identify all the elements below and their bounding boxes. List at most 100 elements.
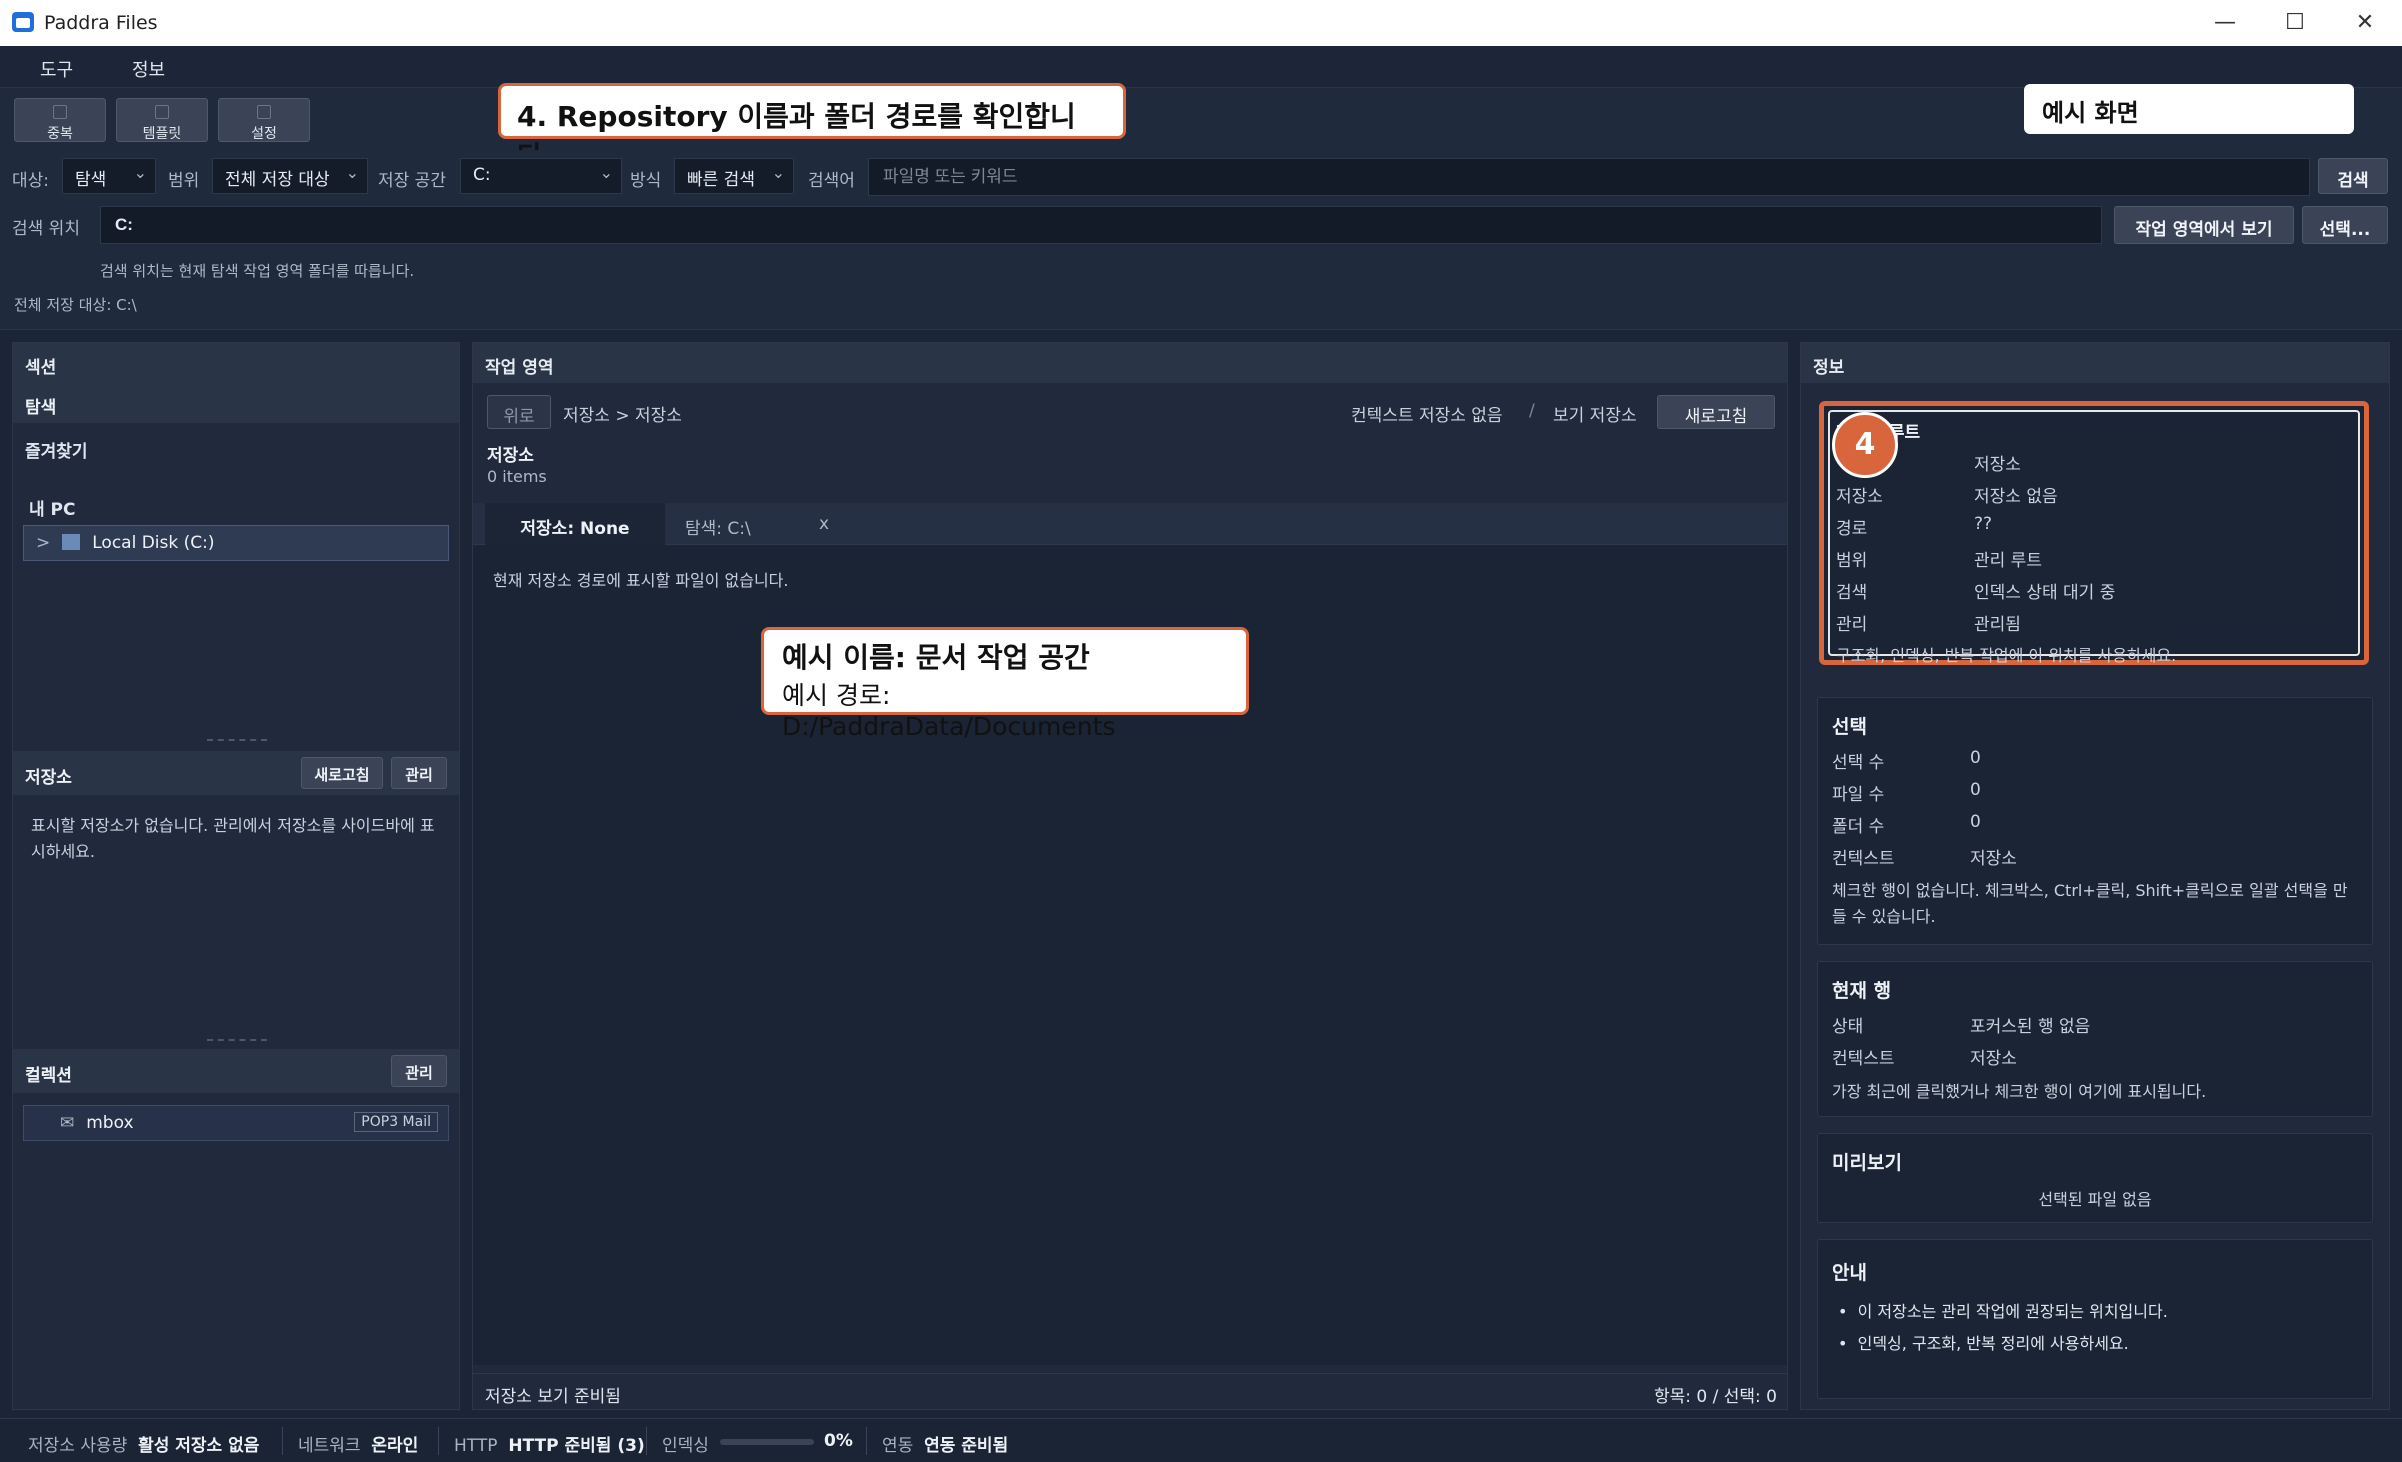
- mail-icon: ✉: [60, 1113, 75, 1133]
- repo-card-note: 구조화, 인덱싱, 반복 작업에 이 위치를 사용하세요.: [1836, 646, 2177, 665]
- scope-row-key: 범위: [1836, 551, 1868, 571]
- tab-repository[interactable]: 저장소: None: [485, 503, 665, 545]
- row-context-key: 컨텍스트: [1832, 1049, 1895, 1069]
- network-value: 온라인: [371, 1436, 419, 1456]
- search-row-key: 검색: [1836, 583, 1868, 603]
- indexing-percent: 0%: [824, 1431, 853, 1451]
- splitter-handle-2[interactable]: [207, 1039, 267, 1041]
- workspace-status-right: 항목: 0 / 선택: 0: [1654, 1387, 1777, 1407]
- repo-refresh-button[interactable]: 새로고침: [301, 757, 383, 789]
- workspace-panel: 작업 영역 위로 저장소 > 저장소 컨텍스트 저장소 없음 / 보기 저장소 …: [472, 342, 1788, 1410]
- method-label: 방식: [630, 171, 662, 191]
- breadcrumb[interactable]: 저장소 > 저장소: [563, 401, 682, 426]
- chevron-down-icon: ⌄: [345, 163, 359, 182]
- repo-manage-button[interactable]: 관리: [391, 757, 447, 789]
- selection-count-value: 0: [1970, 748, 1981, 768]
- row-context-value: 저장소: [1970, 1049, 2017, 1069]
- expand-chevron-icon[interactable]: >: [36, 533, 50, 553]
- method-value: 빠른 검색: [687, 170, 755, 190]
- bullet-icon: •: [1838, 1302, 1858, 1321]
- templates-button[interactable]: 템플릿: [116, 98, 208, 142]
- tree-item-label: Local Disk (C:): [92, 533, 215, 553]
- maximize-button[interactable]: ☐: [2272, 6, 2318, 40]
- workspace-refresh-button[interactable]: 새로고침: [1657, 395, 1775, 429]
- target-value: 탐색: [75, 170, 107, 190]
- left-panel: 섹션 탐색 즐겨찾기 내 PC > Local Disk (C:) 저장소 새로고…: [12, 342, 460, 1410]
- menu-tools[interactable]: 도구: [40, 56, 73, 82]
- menu-info[interactable]: 정보: [132, 56, 165, 82]
- sample-screen-label: 예시 화면: [2024, 84, 2354, 134]
- preview-empty-text: 선택된 파일 없음: [2038, 1190, 2152, 1209]
- minimize-button[interactable]: —: [2202, 6, 2248, 40]
- nav-explore[interactable]: 탐색: [13, 383, 459, 423]
- collection-item-mbox[interactable]: ✉ mbox POP3 Mail: [23, 1105, 449, 1141]
- duplicates-button[interactable]: 중복: [14, 98, 106, 142]
- state-value: 포커스된 행 없음: [1970, 1017, 2091, 1037]
- view-repo-text[interactable]: 보기 저장소: [1553, 401, 1637, 426]
- menu-bar: 도구 정보: [0, 46, 2402, 88]
- http-value: HTTP 준비됨 (3): [508, 1436, 645, 1456]
- usage-label: 저장소 사용량: [28, 1436, 128, 1456]
- selection-context-value: 저장소: [1970, 849, 2017, 869]
- state-key: 상태: [1832, 1017, 1864, 1037]
- collection-title: 컬렉션: [25, 1066, 72, 1086]
- empty-workspace-text: 현재 저장소 경로에 표시할 파일이 없습니다.: [493, 571, 789, 590]
- view-in-workspace-button[interactable]: 작업 영역에서 보기: [2114, 206, 2294, 244]
- selection-count-key: 선택 수: [1832, 753, 1885, 773]
- target-select[interactable]: 탐색 ⌄: [62, 158, 156, 194]
- up-button[interactable]: 위로: [487, 395, 551, 429]
- tab-close-icon[interactable]: x: [819, 514, 829, 534]
- location-hint: 검색 위치는 현재 탐색 작업 영역 폴더를 따릅니다.: [100, 262, 415, 280]
- status-divider: [438, 1427, 439, 1455]
- collection-manage-button[interactable]: 관리: [391, 1055, 447, 1087]
- title-bar: Paddra Files — ☐ ✕: [0, 0, 2402, 46]
- info-header: 정보: [1801, 343, 2389, 383]
- method-select[interactable]: 빠른 검색 ⌄: [674, 158, 794, 194]
- choose-location-button[interactable]: 선택...: [2302, 206, 2388, 244]
- indexing-label: 인덱싱: [662, 1436, 709, 1456]
- scope-label: 범위: [168, 171, 200, 191]
- sections-header: 섹션: [13, 343, 459, 383]
- search-button[interactable]: 검색: [2318, 158, 2388, 194]
- scope-select[interactable]: 전체 저장 대상 ⌄: [212, 158, 368, 194]
- selection-context-key: 컨텍스트: [1832, 849, 1895, 869]
- tab-explore[interactable]: 탐색: C:\: [685, 514, 751, 539]
- workspace-tabs: 저장소: None 탐색: C:\ x: [473, 503, 1787, 545]
- separator-slash: /: [1529, 401, 1535, 421]
- storage-label: 저장 공간: [378, 171, 446, 191]
- guide-item: • 인덱싱, 구조화, 반복 정리에 사용하세요.: [1838, 1330, 2129, 1354]
- highlight-inner-border: [1828, 410, 2360, 656]
- keyword-input[interactable]: [868, 158, 2310, 196]
- splitter-handle[interactable]: [207, 739, 267, 741]
- search-location-input[interactable]: [100, 206, 2102, 244]
- storage-usage-status: 저장소 사용량 활성 저장소 없음: [28, 1431, 259, 1456]
- gear-icon: [257, 105, 271, 119]
- location-label: 검색 위치: [12, 219, 80, 239]
- sync-value: 연동 준비됨: [924, 1436, 1009, 1456]
- indexing-progress-bar: [720, 1439, 814, 1445]
- status-bar: 저장소 사용량 활성 저장소 없음 네트워크 온라인 HTTP HTTP 준비됨…: [0, 1418, 2402, 1462]
- tree-item-local-disk[interactable]: > Local Disk (C:): [23, 525, 449, 561]
- sync-label: 연동: [882, 1436, 914, 1456]
- step-marker-badge: 4: [1832, 412, 1898, 478]
- example-path: 예시 경로: D:/PaddraData/Documents: [782, 681, 1116, 741]
- bullet-icon: •: [1838, 1334, 1858, 1353]
- nav-favorites[interactable]: 즐겨찾기: [13, 429, 459, 465]
- guide-title: 안내: [1832, 1262, 1867, 1284]
- storage-select[interactable]: C: ⌄: [460, 158, 622, 194]
- window-title: Paddra Files: [44, 12, 158, 34]
- settings-button[interactable]: 설정: [218, 98, 310, 142]
- preview-card: 미리보기 선택된 파일 없음: [1817, 1133, 2373, 1223]
- toolbar: 중복 템플릿 설정 4. Repository 이름과 폴더 경로를 확인합니다…: [0, 83, 2402, 173]
- repository-root-card: 저장소 루트 저장소 저장소 저장소 없음 경로 ?? 범위 관리 루트 검색 …: [1819, 401, 2369, 665]
- workspace-status: 저장소 보기 준비됨 항목: 0 / 선택: 0: [473, 1373, 1787, 1409]
- example-name: 예시 이름: 문서 작업 공간: [782, 641, 1090, 674]
- target-label: 대상:: [12, 171, 50, 191]
- guide-item-text: 이 저장소는 관리 작업에 권장되는 위치입니다.: [1857, 1302, 2168, 1321]
- close-button[interactable]: ✕: [2342, 6, 2388, 40]
- folder-count-key: 폴더 수: [1832, 817, 1885, 837]
- http-status: HTTP HTTP 준비됨 (3): [454, 1431, 645, 1456]
- workspace-count: 0 items: [487, 467, 547, 486]
- workspace-title: 저장소: [487, 446, 534, 466]
- chevron-down-icon: ⌄: [599, 163, 613, 182]
